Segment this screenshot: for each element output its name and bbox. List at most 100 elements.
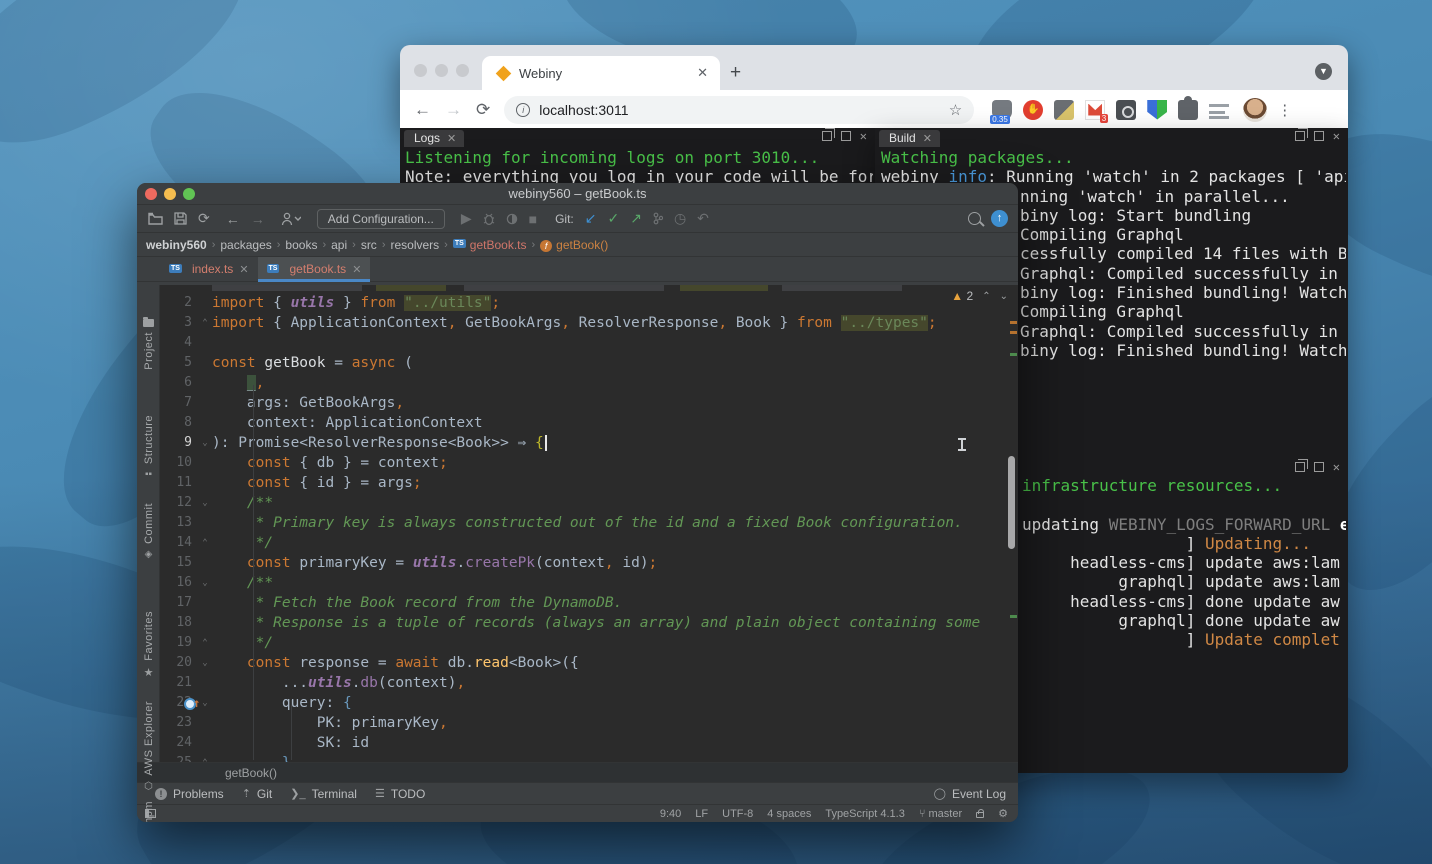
code-text[interactable]: SK: id: [212, 733, 1018, 753]
code-line[interactable]: 12⌄ /**: [160, 493, 1018, 513]
code-text[interactable]: const primaryKey = utils.createPk(contex…: [212, 553, 1018, 573]
code-line[interactable]: 22⌄ query: {: [160, 693, 1018, 713]
code-line[interactable]: 24 SK: id: [160, 733, 1018, 753]
code-text[interactable]: args: GetBookArgs,: [212, 393, 1018, 413]
code-text[interactable]: * Primary key is always constructed out …: [212, 513, 1018, 533]
adblock-extension-icon[interactable]: ✋: [1023, 100, 1043, 120]
line-number[interactable]: 2: [160, 293, 198, 313]
fold-gutter[interactable]: ⌄: [198, 573, 212, 593]
reload-icon[interactable]: ⟳: [476, 100, 490, 120]
navigate-forward-icon[interactable]: →: [251, 211, 265, 227]
maximize-icon[interactable]: [1314, 131, 1324, 141]
code-text[interactable]: */: [212, 533, 1018, 553]
line-number[interactable]: 24: [160, 733, 198, 753]
run-icon[interactable]: ▶: [461, 210, 472, 227]
recursive-call-gutter-icon[interactable]: [184, 697, 196, 709]
code-text[interactable]: query: {: [212, 693, 1018, 713]
minimize-button[interactable]: [435, 64, 448, 77]
sidebar-item-project[interactable]: Project: [137, 319, 160, 370]
fold-gutter[interactable]: [198, 673, 212, 693]
save-icon[interactable]: [174, 212, 187, 225]
fold-gutter[interactable]: ⌄: [198, 653, 212, 673]
bookmark-star-icon[interactable]: ☆: [949, 101, 962, 119]
update-available-icon[interactable]: ↑: [991, 210, 1008, 227]
tab-search-button[interactable]: ▼: [1315, 63, 1332, 80]
profile-avatar[interactable]: [1243, 98, 1267, 122]
fold-gutter[interactable]: [198, 513, 212, 533]
code-text[interactable]: [212, 333, 1018, 353]
close-button[interactable]: [414, 64, 427, 77]
code-line[interactable]: 16⌄ /**: [160, 573, 1018, 593]
line-number[interactable]: 3: [160, 313, 198, 333]
code-text[interactable]: */: [212, 633, 1018, 653]
fold-gutter[interactable]: [198, 393, 212, 413]
line-number[interactable]: 12: [160, 493, 198, 513]
terminal-scrollbar[interactable]: [1008, 456, 1015, 549]
fold-gutter[interactable]: ⌄: [198, 493, 212, 513]
line-number[interactable]: 11: [160, 473, 198, 493]
code-line[interactable]: 23 PK: primaryKey,: [160, 713, 1018, 733]
debug-icon[interactable]: [483, 212, 495, 225]
browser-window-controls[interactable]: [414, 64, 469, 77]
rollback-icon[interactable]: ↶: [697, 210, 709, 227]
sidebar-item-favorites[interactable]: Favorites★: [137, 611, 160, 679]
code-line[interactable]: 5const getBook = async (: [160, 353, 1018, 373]
line-number[interactable]: 9: [160, 433, 198, 453]
tab-close-icon[interactable]: ✕: [239, 263, 248, 276]
readonly-lock-icon[interactable]: [976, 812, 984, 818]
line-number[interactable]: 16: [160, 573, 198, 593]
fold-gutter[interactable]: ⌃: [198, 313, 212, 333]
search-everywhere-icon[interactable]: [968, 212, 981, 225]
file-encoding[interactable]: UTF-8: [722, 808, 753, 820]
code-line[interactable]: 18 * Response is a tuple of records (alw…: [160, 613, 1018, 633]
logs-window-controls[interactable]: ✕: [822, 131, 867, 141]
bottom-breadcrumb[interactable]: getBook(): [137, 762, 1018, 782]
code-line[interactable]: 3⌃import { ApplicationContext, GetBookAr…: [160, 313, 1018, 333]
build-window-controls[interactable]: ✕: [1295, 131, 1340, 141]
build-terminal-tab[interactable]: Build✕: [879, 130, 940, 147]
browser-menu-icon[interactable]: ⋮: [1277, 101, 1292, 119]
line-number[interactable]: 13: [160, 513, 198, 533]
fold-gutter[interactable]: ⌄: [198, 693, 212, 713]
close-icon[interactable]: ✕: [1333, 131, 1340, 141]
shield-extension-icon[interactable]: [1147, 100, 1167, 120]
code-text[interactable]: /**: [212, 573, 1018, 593]
code-line[interactable]: 15 const primaryKey = utils.createPk(con…: [160, 553, 1018, 573]
change-mark[interactable]: [1010, 615, 1017, 618]
code-line[interactable]: 7 args: GetBookArgs,: [160, 393, 1018, 413]
code-line[interactable]: 21 ...utils.db(context),: [160, 673, 1018, 693]
code-line[interactable]: 19⌃ */: [160, 633, 1018, 653]
restore-icon[interactable]: [822, 131, 832, 141]
git-push-icon[interactable]: ↗: [630, 210, 642, 227]
code-text[interactable]: const getBook = async (: [212, 353, 1018, 373]
minimize-button[interactable]: [164, 188, 176, 200]
code-text[interactable]: context: ApplicationContext: [212, 413, 1018, 433]
back-icon[interactable]: ←: [414, 100, 431, 120]
tab-getbook-ts[interactable]: TS getBook.ts ✕: [258, 257, 371, 281]
code-line[interactable]: 13 * Primary key is always constructed o…: [160, 513, 1018, 533]
code-line[interactable]: 2import { utils } from "../utils";: [160, 293, 1018, 313]
close-icon[interactable]: ✕: [923, 133, 932, 145]
code-text[interactable]: import { ApplicationContext, GetBookArgs…: [212, 313, 1018, 333]
line-number[interactable]: 23: [160, 713, 198, 733]
toolwindow-git[interactable]: ⇡Git: [242, 787, 273, 801]
fold-gutter[interactable]: [198, 333, 212, 353]
code-line[interactable]: 8 context: ApplicationContext: [160, 413, 1018, 433]
add-configuration-button[interactable]: Add Configuration...: [317, 209, 445, 229]
sidebar-item-aws-explorer[interactable]: AWS Explorer⬡: [137, 701, 160, 792]
indent-setting[interactable]: 4 spaces: [767, 808, 811, 820]
fold-gutter[interactable]: [198, 733, 212, 753]
line-number[interactable]: 25: [160, 753, 198, 762]
restore-icon[interactable]: [1295, 131, 1305, 141]
breadcrumb-item[interactable]: resolvers: [390, 238, 439, 252]
colorpicker-extension-icon[interactable]: [1054, 100, 1074, 120]
forward-icon[interactable]: →: [445, 100, 462, 120]
code-text[interactable]: * Response is a tuple of records (always…: [212, 613, 1018, 633]
breadcrumb-project[interactable]: webiny560: [146, 238, 207, 252]
breadcrumb-item[interactable]: src: [361, 238, 377, 252]
code-line[interactable]: 14⌃ */: [160, 533, 1018, 553]
typescript-version[interactable]: TypeScript 4.1.3: [825, 808, 905, 820]
breadcrumb-function[interactable]: getBook(): [556, 238, 608, 252]
navigate-back-icon[interactable]: ←: [226, 211, 240, 227]
close-icon[interactable]: ✕: [447, 133, 456, 145]
